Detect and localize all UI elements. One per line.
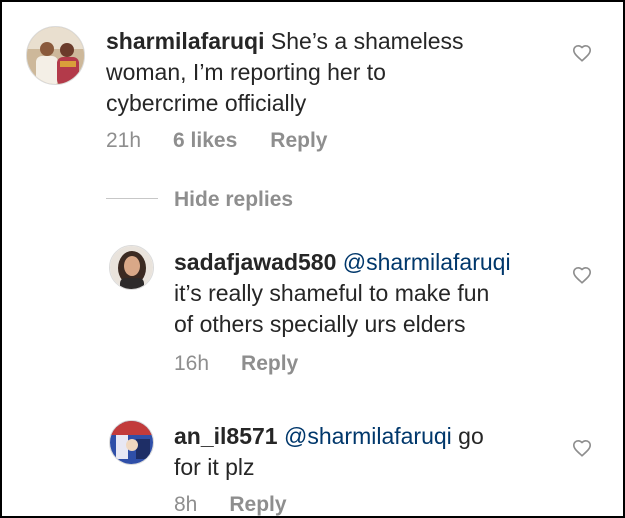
reply-username[interactable]: sadafjawad580 — [174, 249, 336, 275]
reply-text-line1: it’s really shameful to make fun — [174, 280, 490, 306]
reply-text-line2: for it plz — [174, 454, 255, 480]
reply-reply-button[interactable]: Reply — [229, 493, 286, 516]
reply-text-tail: go — [458, 423, 484, 449]
comment-likes-count[interactable]: 6 likes — [173, 129, 237, 153]
hide-replies-divider — [106, 197, 158, 199]
reply-username[interactable]: an_il8571 — [174, 423, 278, 449]
heart-outline-icon[interactable] — [572, 44, 592, 62]
hide-replies-button[interactable]: Hide replies — [106, 188, 293, 212]
comment-reply-button[interactable]: Reply — [270, 129, 327, 153]
reply-mention-link[interactable]: @sharmilafaruqi — [343, 249, 511, 275]
avatar-image — [110, 421, 153, 464]
reply-meta: 8h Reply — [174, 493, 287, 516]
reply-timestamp: 16h — [174, 352, 210, 375]
comment-text-line3: cybercrime officially — [106, 90, 307, 116]
avatar[interactable] — [109, 245, 154, 290]
reply-text-line2: of others specially urs elders — [174, 311, 466, 337]
comment-thread: sharmilafaruqi She’s a shameless woman, … — [0, 0, 625, 518]
reply-timestamp: 8h — [174, 493, 198, 516]
avatar-image — [27, 27, 84, 84]
reply-body: an_il8571 @sharmilafaruqi go for it plz — [174, 421, 564, 483]
avatar[interactable] — [109, 420, 154, 465]
heart-outline-icon[interactable] — [572, 266, 592, 284]
comment-body: sharmilafaruqi She’s a shameless woman, … — [106, 26, 546, 119]
reply-meta: 16h Reply — [174, 352, 298, 376]
avatar-image — [110, 246, 153, 289]
comment-meta: 21h 6 likes Reply — [106, 129, 327, 153]
heart-outline-icon[interactable] — [572, 439, 592, 457]
reply-reply-button[interactable]: Reply — [241, 352, 298, 376]
comment-text-line2: woman, I’m reporting her to — [106, 59, 386, 85]
hide-replies-label: Hide replies — [174, 188, 294, 211]
reply-mention-link[interactable]: @sharmilafaruqi — [284, 423, 452, 449]
avatar[interactable] — [26, 26, 85, 85]
reply-body: sadafjawad580 @sharmilafaruqi it’s reall… — [174, 247, 564, 340]
comment-username[interactable]: sharmilafaruqi — [106, 28, 265, 54]
comment-timestamp: 21h — [106, 129, 142, 152]
comment-text-line1: She’s a shameless — [270, 28, 464, 54]
